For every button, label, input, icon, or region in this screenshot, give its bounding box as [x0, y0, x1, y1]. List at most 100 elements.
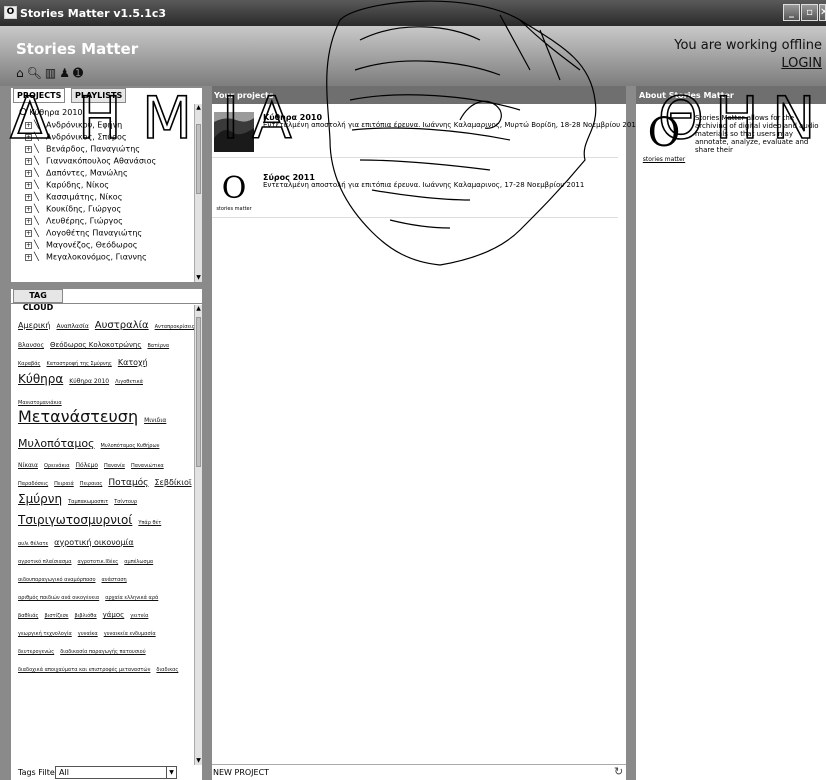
tree-item[interactable]: + ╲ Δαπόντες, Μανώλης [25, 167, 128, 179]
tag-link[interactable]: Μανιατομανιάκια [18, 400, 62, 406]
home-icon[interactable]: ⌂ [16, 66, 26, 80]
expand-icon[interactable]: + [25, 133, 32, 141]
minimize-button[interactable]: _ [783, 4, 800, 21]
tree-item[interactable]: + ╲ Κουκίδης, Γιώργος [25, 203, 121, 215]
tag-link[interactable]: αγροτοτικ.Ιδέες [78, 559, 119, 565]
project-card[interactable]: O stories matter Σύρος 2011 Εντεταλμένη … [212, 168, 618, 218]
tag-link[interactable]: αγροτικό πλαίσιασμα [18, 559, 72, 565]
tree-item[interactable]: + ╲ Λευθέρης, Γιώργος [25, 215, 123, 227]
tree-item[interactable]: + ╲ Κασσιμάτης, Νίκος [25, 191, 122, 203]
tag-link[interactable]: Πειραιά [54, 481, 74, 487]
tag-link[interactable]: Παραδόσεις [18, 481, 48, 487]
tag-link[interactable]: Σμύρνη [18, 492, 62, 506]
tag-link[interactable]: Αναπλασία [56, 323, 88, 330]
tree-item[interactable]: + ╲ Λογοθέτης Παναγιώτης [25, 227, 142, 239]
expand-icon[interactable]: + [25, 229, 32, 237]
splitter-right[interactable] [626, 86, 636, 780]
expand-icon[interactable]: + [25, 253, 32, 261]
expand-icon[interactable]: + [25, 181, 32, 189]
person-icon[interactable]: ♟ [59, 66, 72, 80]
tag-scrollbar[interactable]: ▲ ▼ [194, 305, 202, 765]
tag-link[interactable]: γυναίκα [78, 631, 98, 637]
tag-link[interactable]: γεωργική τεχνολογία [18, 631, 72, 637]
tag-link[interactable]: γειτνία [130, 613, 148, 619]
tag-link[interactable]: Θεόδωρος Κολοκοτρώνης [50, 341, 141, 349]
tree-item[interactable]: + ╲ Βενάρδος, Παναγιώτης [25, 143, 140, 155]
tag-link[interactable]: ανάσταση [102, 577, 127, 583]
tag-link[interactable]: Μυλοπόταμος [18, 437, 95, 450]
tag-link[interactable]: Κύθηρα 2010 [69, 378, 109, 385]
tag-link[interactable]: Καταστροφή της Σμύρνης [46, 361, 111, 367]
tag-link[interactable]: Μινιδια [144, 417, 166, 424]
tree-root[interactable]: O Κύθηρα 2010 [19, 107, 83, 118]
tab-projects[interactable]: PROJECTS [13, 88, 66, 103]
tag-link[interactable]: Καραβάς [18, 361, 40, 367]
search-icon[interactable]: 🔍︎ [27, 66, 44, 80]
expand-icon[interactable]: + [25, 217, 32, 225]
tag-link[interactable]: Τσίντουρ [114, 499, 137, 505]
tag-link[interactable]: Νίκαια [18, 462, 38, 469]
tag-link[interactable]: Πόλεμο [76, 462, 98, 469]
tags-filter-select[interactable]: All ▼ [55, 766, 177, 779]
tag-link[interactable]: Αυστραλία [95, 320, 149, 331]
splitter-left[interactable] [202, 86, 212, 780]
tag-link[interactable]: βιστίζεσε [44, 613, 68, 619]
tree-item[interactable]: + ╲ Ανδρόνικος, Σπύρος [25, 131, 127, 143]
tag-link[interactable]: διαδοχικά αποιχαύματα και επιστροφές μετ… [18, 667, 150, 673]
tag-link[interactable]: Πειραιας [80, 481, 103, 487]
maximize-button[interactable]: ▫ [801, 4, 818, 21]
tag-link[interactable]: Βατέρνα [147, 343, 169, 349]
new-project-button[interactable]: NEW PROJECT [213, 768, 269, 777]
tree-item[interactable]: + ╲ Ανδρόνικου, Εφήνη [25, 119, 122, 131]
tree-scroll-thumb[interactable] [196, 124, 201, 194]
tag-scroll-thumb[interactable] [196, 317, 201, 467]
tag-link[interactable]: Ανταπροκρίσεις [155, 324, 194, 330]
scroll-down-icon[interactable]: ▼ [195, 274, 202, 282]
tag-link[interactable]: Μυλοπόταμος Κυθήρων [101, 443, 160, 449]
project-card[interactable]: Κύθηρα 2010 Εντεταλμένη αποστολή για επι… [212, 108, 640, 158]
tree-item[interactable]: + ╲ Γιαννακόπουλος Αθανάσιος [25, 155, 156, 167]
tab-playlists[interactable]: PLAYLISTS [71, 88, 127, 103]
chevron-down-icon[interactable]: ▼ [166, 767, 176, 778]
tag-link[interactable]: Πανανία [104, 463, 125, 469]
tag-link[interactable]: Τσιριγωτοσμυρνιοί [18, 513, 132, 527]
tag-link[interactable]: γάμος [103, 611, 125, 619]
expand-icon[interactable]: + [25, 145, 32, 153]
help-icon[interactable]: ➊ [73, 66, 85, 80]
tag-link[interactable]: Πανανιώτικα [131, 463, 164, 469]
tag-link[interactable]: Βλανσος [18, 342, 44, 349]
expand-icon[interactable]: + [25, 157, 32, 165]
tag-link[interactable]: αυλι θέλατε [18, 541, 48, 547]
tag-link[interactable]: Λιγοθετικά [115, 379, 143, 385]
tree-tag-divider[interactable] [11, 282, 202, 289]
expand-icon[interactable]: + [25, 205, 32, 213]
tree-item[interactable]: + ╲ Μεγαλοκονόμος, Γιαννης [25, 251, 147, 263]
scroll-up-icon[interactable]: ▲ [195, 305, 202, 313]
tag-link[interactable]: βαθλιάς [18, 613, 38, 619]
expand-icon[interactable]: + [25, 169, 32, 177]
tree-item[interactable]: + ╲ Καρύδης, Νίκος [25, 179, 109, 191]
expand-icon[interactable]: + [25, 241, 32, 249]
scroll-down-icon[interactable]: ▼ [195, 757, 202, 765]
tag-link[interactable]: βιβλιόθα [75, 613, 97, 619]
tag-link[interactable]: διαδικασία παραγωγής πατουσιού [60, 649, 145, 655]
expand-icon[interactable]: + [25, 121, 32, 129]
tag-link[interactable]: αιδουπαραγωγικό αναμόρπασο [18, 577, 96, 583]
tag-link[interactable]: Ταμπακωμοσπιτ [68, 499, 108, 505]
tree-item[interactable]: + ╲ Μαγονέζος, Θεόδωρος [25, 239, 137, 251]
close-button[interactable]: ✕ [819, 4, 826, 21]
tag-link[interactable]: δευτερογενώς [18, 649, 54, 655]
tag-link[interactable]: Ορεινάκια [44, 463, 70, 469]
tag-link[interactable]: αμπέλωσμα [124, 559, 153, 565]
tag-link[interactable]: Σεβδίκιοϊ [154, 478, 191, 487]
tree-scrollbar[interactable]: ▲ ▼ [194, 104, 202, 282]
tag-link[interactable]: διαδικας [156, 667, 178, 673]
tag-link[interactable]: Ποταμός [108, 478, 148, 488]
tag-link[interactable]: Υπάρ θέτ [138, 520, 161, 526]
tag-link[interactable]: Αμερική [18, 321, 50, 330]
chart-icon[interactable]: ▥ [45, 66, 58, 80]
scroll-up-icon[interactable]: ▲ [195, 104, 202, 112]
tag-link[interactable]: αρχαία ελληνικά αρά [105, 595, 158, 601]
tag-link[interactable]: Μετανάστευση [18, 407, 138, 426]
tag-link[interactable]: αριθμός παιδιών ανά οικογένεια [18, 595, 99, 601]
